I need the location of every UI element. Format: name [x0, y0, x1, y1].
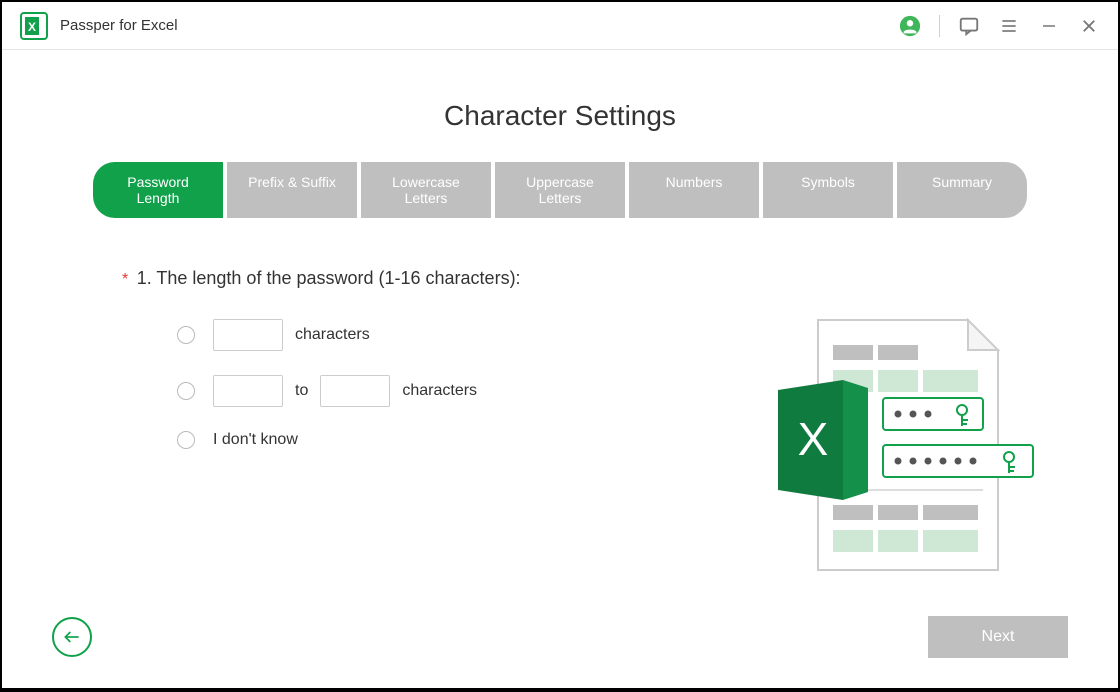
question: * 1. The length of the password (1-16 ch…: [122, 268, 1058, 289]
minimize-icon[interactable]: [1038, 15, 1060, 37]
svg-text:X: X: [798, 413, 829, 465]
app-logo: X: [20, 12, 48, 40]
close-icon[interactable]: [1078, 15, 1100, 37]
menu-icon[interactable]: [998, 15, 1020, 37]
illustration: X: [778, 310, 1038, 590]
required-mark: *: [122, 271, 128, 288]
range-chars-label: characters: [402, 382, 477, 400]
question-text: 1. The length of the password (1-16 char…: [137, 268, 521, 288]
tab-numbers[interactable]: Numbers: [629, 162, 759, 218]
tab-prefix-suffix[interactable]: Prefix & Suffix: [227, 162, 357, 218]
tab-summary[interactable]: Summary: [897, 162, 1027, 218]
title-bar: X Passper for Excel: [2, 2, 1118, 50]
exact-chars-input[interactable]: [213, 319, 283, 351]
radio-exact[interactable]: [177, 326, 195, 344]
next-button[interactable]: Next: [928, 616, 1068, 658]
tab-uppercase-letters[interactable]: Uppercase Letters: [495, 162, 625, 218]
app-title: Passper for Excel: [60, 17, 178, 34]
tab-lowercase-letters[interactable]: Lowercase Letters: [361, 162, 491, 218]
divider: [939, 15, 940, 37]
feedback-icon[interactable]: [958, 15, 980, 37]
exact-chars-label: characters: [295, 326, 370, 344]
user-icon[interactable]: [899, 15, 921, 37]
tab-symbols[interactable]: Symbols: [763, 162, 893, 218]
page-title: Character Settings: [62, 100, 1058, 132]
tab-password-length[interactable]: Password Length: [93, 162, 223, 218]
svg-text:X: X: [28, 20, 36, 34]
tabs: Password Length Prefix & Suffix Lowercas…: [62, 162, 1058, 218]
radio-dontknow[interactable]: [177, 431, 195, 449]
range-to-input[interactable]: [320, 375, 390, 407]
range-to-label: to: [295, 382, 308, 400]
range-from-input[interactable]: [213, 375, 283, 407]
radio-range[interactable]: [177, 382, 195, 400]
dontknow-label: I don't know: [213, 431, 298, 449]
back-button[interactable]: [52, 617, 92, 657]
